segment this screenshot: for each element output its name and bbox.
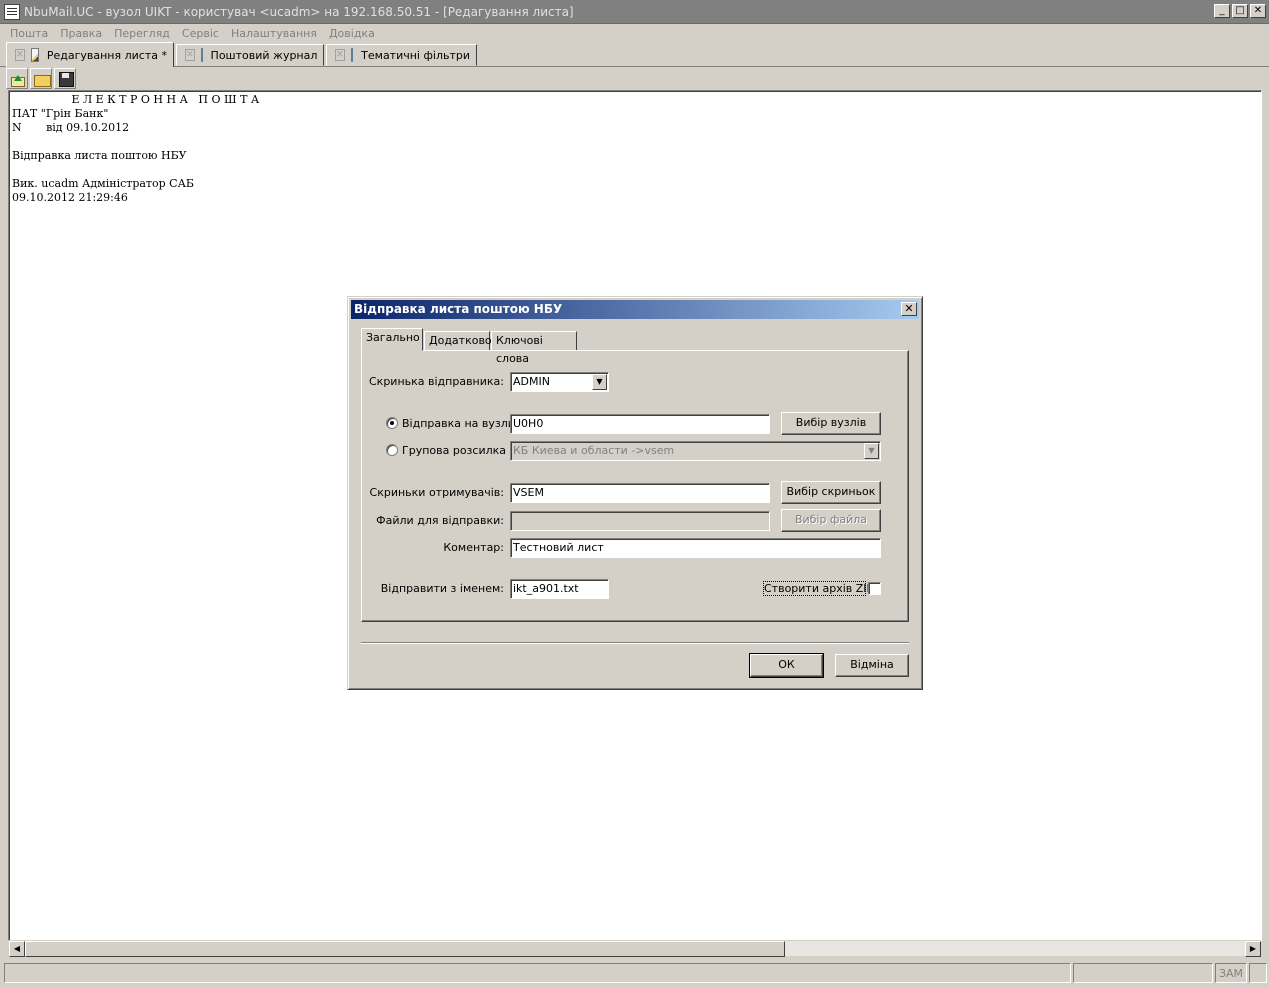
chevron-down-icon[interactable]: ▼ (592, 374, 607, 390)
status-panel-main (4, 963, 1072, 983)
dialog-title: Відправка листа поштою НБУ (354, 302, 563, 316)
menu-mail[interactable]: Пошта (4, 27, 54, 40)
menu-edit[interactable]: Правка (54, 27, 108, 40)
dialog-separator (361, 642, 909, 644)
scroll-thumb[interactable] (25, 941, 785, 957)
sender-box-label: Скринька відправника: (369, 375, 504, 388)
send-name-label: Відправити з іменем: (380, 582, 504, 595)
recipient-boxes-field[interactable]: VSEM (510, 483, 770, 503)
menu-service[interactable]: Сервіс (176, 27, 225, 40)
save-icon[interactable] (54, 68, 76, 89)
tab-keywords[interactable]: Ключові слова (491, 331, 577, 365)
create-zip-checkbox[interactable] (868, 582, 881, 595)
tab-thematic-filters[interactable]: ✕ Тематичні фільтри (326, 44, 477, 66)
database-icon (350, 48, 354, 62)
open-folder-icon[interactable] (30, 68, 52, 89)
tab-general[interactable]: Загально (361, 328, 423, 351)
database-icon (200, 48, 203, 62)
close-window-button[interactable]: ✕ (1250, 4, 1266, 18)
minimize-button[interactable]: _ (1214, 4, 1230, 18)
menu-bar: Пошта Правка Перегляд Сервіс Налаштуванн… (0, 24, 1269, 42)
group-mailing-select[interactable]: КБ Киева и области ->vsem ▼ (510, 441, 881, 461)
status-panel-extra (1249, 963, 1267, 983)
send-name-field[interactable]: ikt_a901.txt (510, 579, 609, 599)
select-nodes-button[interactable]: Вибір вузлів (781, 412, 881, 435)
ok-button[interactable]: ОК (749, 653, 824, 678)
send-to-nodes-radio[interactable] (386, 417, 398, 429)
tab-label: Тематичні фільтри (361, 48, 470, 62)
comment-field[interactable]: Тестновий лист (510, 538, 881, 558)
sender-box-value: ADMIN (513, 375, 550, 388)
status-panel-info (1073, 963, 1214, 983)
status-caps-indicator: ЗАМ (1215, 963, 1247, 983)
horizontal-scrollbar[interactable]: ◀ ▶ (9, 940, 1261, 957)
edit-document-icon (30, 48, 39, 62)
send-to-nodes-label: Відправка на вузли (402, 417, 515, 430)
chevron-down-icon[interactable]: ▼ (864, 443, 879, 459)
select-boxes-button[interactable]: Вибір скриньок (781, 481, 881, 504)
files-field[interactable] (510, 511, 770, 531)
tab-additional[interactable]: Додатково (424, 331, 492, 351)
menu-settings[interactable]: Налаштування (225, 27, 323, 40)
menu-help[interactable]: Довідка (323, 27, 381, 40)
close-tab-icon[interactable]: ✕ (15, 49, 25, 61)
files-label: Файли для відправки: (376, 514, 504, 527)
status-bar: ЗАМ (4, 963, 1267, 985)
menu-view[interactable]: Перегляд (108, 27, 176, 40)
scroll-right-icon[interactable]: ▶ (1245, 941, 1261, 957)
tab-label: Редагування листа * (46, 48, 167, 62)
app-icon (4, 3, 20, 20)
comment-label: Коментар: (443, 541, 504, 554)
recipient-boxes-label: Скриньки отримувачів: (369, 486, 504, 499)
tab-mail-journal[interactable]: ✕ Поштовий журнал (176, 44, 324, 66)
select-file-button[interactable]: Вибір файла (781, 509, 881, 532)
window-title-bar: NbuMail.UC - вузол UIKT - користувач <uc… (0, 0, 1269, 24)
maximize-button[interactable]: □ (1232, 4, 1248, 18)
scroll-left-icon[interactable]: ◀ (9, 941, 25, 957)
sender-box-select[interactable]: ADMIN ▼ (510, 372, 609, 392)
group-mailing-radio[interactable] (386, 444, 398, 456)
send-letter-dialog: Відправка листа поштою НБУ ✕ Загально До… (347, 296, 923, 690)
dialog-title-bar: Відправка листа поштою НБУ ✕ (351, 300, 919, 319)
group-mailing-label: Групова розсилка (402, 444, 507, 457)
tab-edit-letter[interactable]: ✕ Редагування листа * (6, 42, 174, 67)
dialog-close-button[interactable]: ✕ (901, 302, 917, 316)
document-tab-strip: ✕ Редагування листа * ✕ Поштовий журнал … (0, 42, 1269, 67)
toolbar (6, 68, 76, 90)
group-mailing-value: КБ Киева и области ->vsem (513, 444, 675, 457)
close-tab-icon[interactable]: ✕ (335, 49, 345, 61)
cancel-button[interactable]: Відміна (835, 654, 909, 677)
close-tab-icon[interactable]: ✕ (185, 49, 195, 61)
tab-label: Поштовий журнал (210, 48, 318, 62)
nodes-field[interactable]: U0H0 (510, 414, 770, 434)
send-mail-icon[interactable] (6, 68, 28, 89)
window-title: NbuMail.UC - вузол UIKT - користувач <uc… (24, 4, 574, 19)
create-zip-label[interactable]: Створити архів ZIP (763, 581, 873, 596)
letter-text: Е Л Е К Т Р О Н Н А П О Ш Т А ПАТ "Грін … (12, 93, 260, 204)
